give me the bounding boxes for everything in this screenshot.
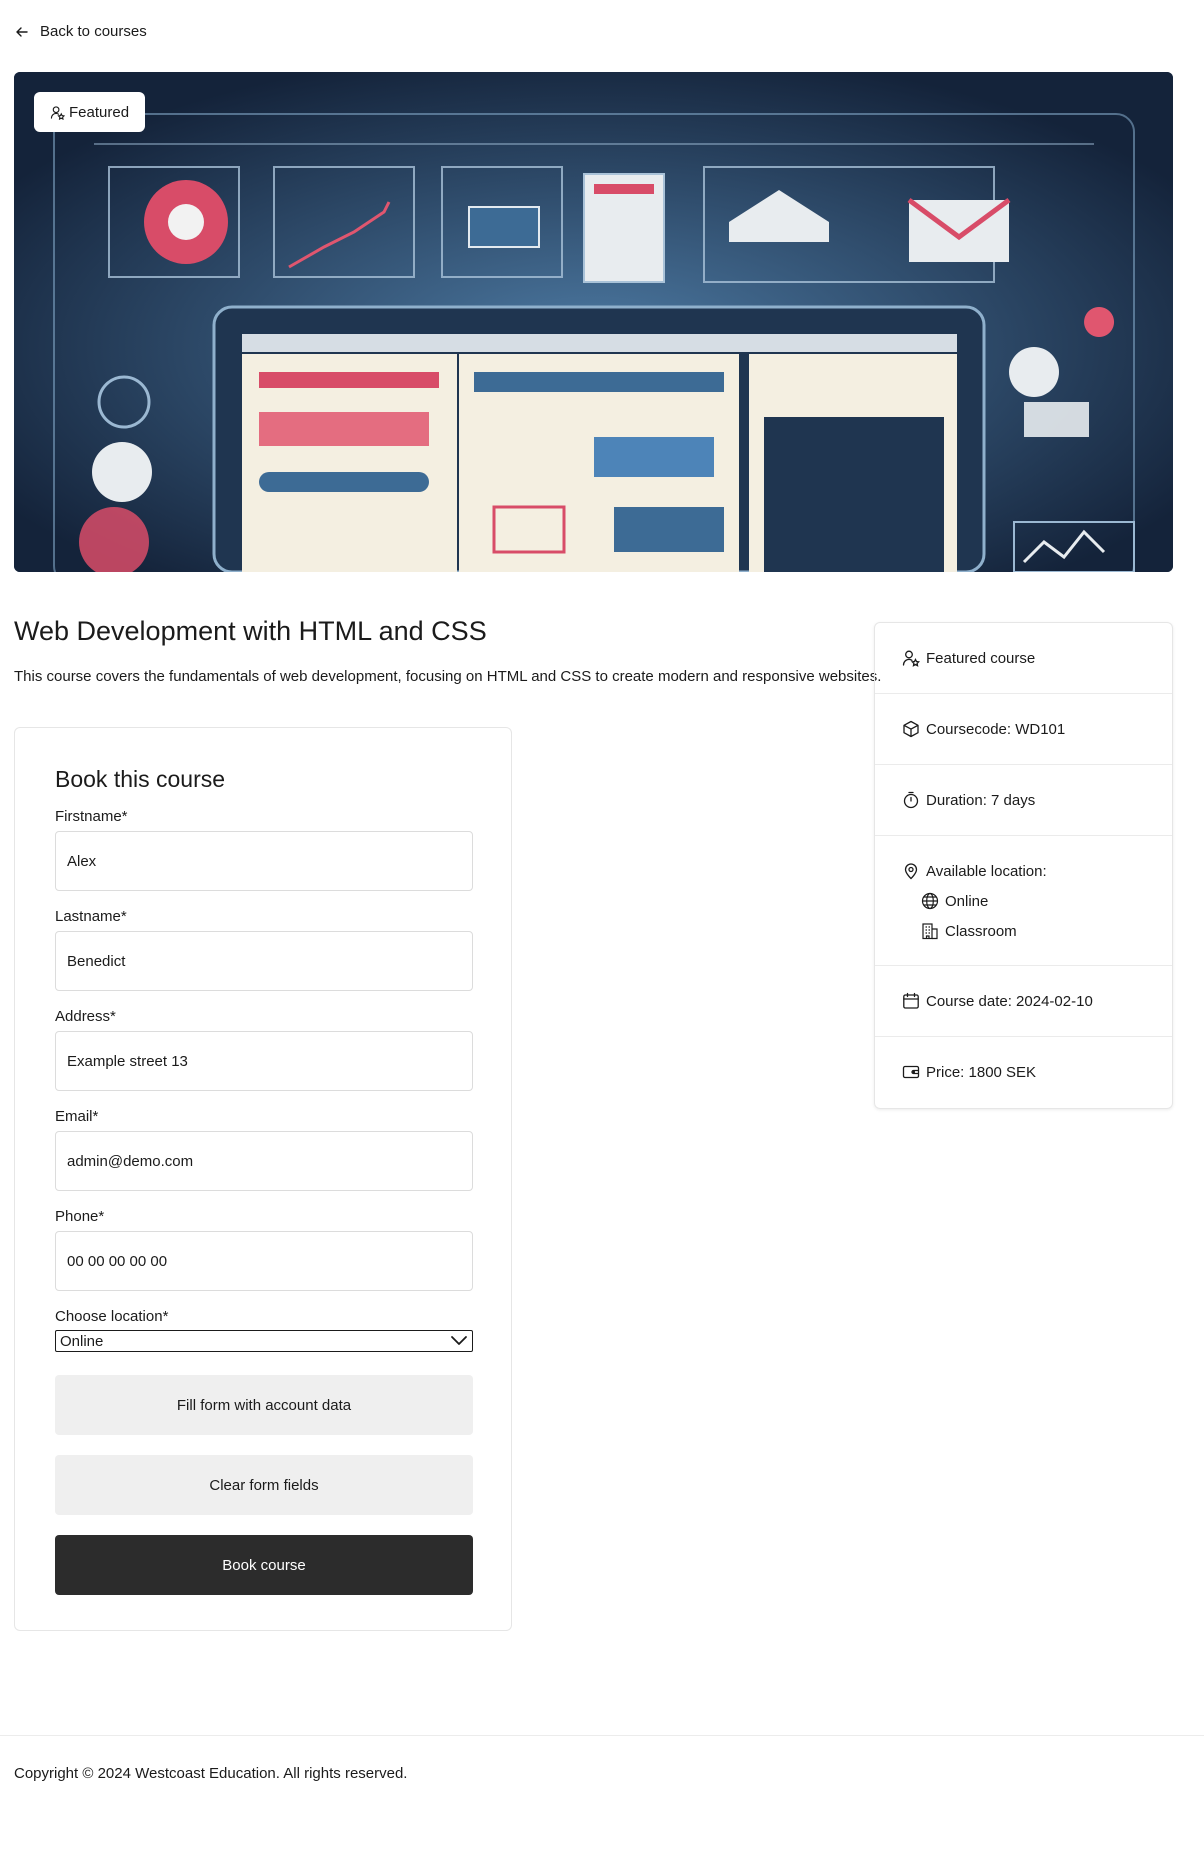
lastname-label: Lastname* bbox=[55, 908, 127, 925]
book-course-button[interactable]: Book course bbox=[55, 1535, 473, 1595]
available-location-text: Available location: bbox=[926, 862, 1047, 880]
firstname-label: Firstname* bbox=[55, 808, 128, 825]
coursecode-text: Coursecode: WD101 bbox=[926, 720, 1066, 738]
building-icon bbox=[922, 923, 938, 940]
featured-course-text: Featured course bbox=[926, 649, 1036, 667]
duration-text: Duration: 7 days bbox=[926, 791, 1036, 809]
course-date-item: Course date: 2024-02-10 bbox=[902, 992, 1093, 1010]
course-hero-image: Featured bbox=[14, 72, 1173, 572]
location-classroom-text: Classroom bbox=[945, 922, 1017, 940]
wallet-icon bbox=[902, 1065, 920, 1079]
chevron-down-icon bbox=[451, 1336, 467, 1345]
location-select-value: Online bbox=[60, 1332, 104, 1350]
stopwatch-icon bbox=[903, 791, 919, 809]
clear-form-button[interactable]: Clear form fields bbox=[55, 1455, 473, 1515]
lastname-input[interactable] bbox=[55, 931, 473, 991]
email-label: Email* bbox=[55, 1108, 99, 1125]
box-icon bbox=[903, 720, 919, 738]
back-to-courses-link[interactable]: Back to courses bbox=[14, 23, 147, 40]
info-row-featured: Featured course bbox=[875, 623, 1172, 694]
firstname-input[interactable] bbox=[55, 831, 473, 891]
booking-form-title: Book this course bbox=[55, 766, 226, 792]
course-description: This course covers the fundamentals of w… bbox=[14, 668, 882, 685]
location-classroom-item: Classroom bbox=[921, 922, 1017, 940]
coursecode-item: Coursecode: WD101 bbox=[902, 720, 1065, 738]
hero-illustration bbox=[14, 72, 1173, 572]
price-item: Price: 1800 SEK bbox=[902, 1063, 1036, 1081]
fill-form-button[interactable]: Fill form with account data bbox=[55, 1375, 473, 1435]
location-label: Choose location* bbox=[55, 1308, 169, 1325]
info-row-coursecode: Coursecode: WD101 bbox=[875, 694, 1172, 765]
featured-course-item: Featured course bbox=[902, 649, 1035, 667]
info-row-location: Available location: Online Classroom bbox=[875, 836, 1172, 966]
info-row-duration: Duration: 7 days bbox=[875, 765, 1172, 836]
user-star-icon bbox=[50, 105, 65, 120]
email-input[interactable] bbox=[55, 1131, 473, 1191]
phone-label: Phone* bbox=[55, 1208, 105, 1225]
booking-form-card: Book this course Firstname* Lastname* Ad… bbox=[14, 727, 512, 1631]
back-link-label: Back to courses bbox=[40, 23, 147, 40]
map-pin-icon bbox=[904, 863, 918, 880]
price-text: Price: 1800 SEK bbox=[926, 1063, 1037, 1081]
phone-input[interactable] bbox=[55, 1231, 473, 1291]
globe-icon bbox=[921, 892, 939, 910]
available-location-item: Available location: bbox=[902, 862, 1047, 880]
address-input[interactable] bbox=[55, 1031, 473, 1091]
calendar-icon bbox=[903, 992, 919, 1009]
featured-badge: Featured bbox=[34, 92, 146, 132]
course-info-card: Featured course Coursecode: WD101 Durati… bbox=[874, 622, 1173, 1109]
info-row-date: Course date: 2024-02-10 bbox=[875, 966, 1172, 1037]
info-row-price: Price: 1800 SEK bbox=[875, 1037, 1172, 1109]
location-online-text: Online bbox=[945, 892, 989, 910]
footer-copyright: Copyright © 2024 Westcoast Education. Al… bbox=[14, 1765, 408, 1782]
footer-divider bbox=[0, 1735, 1204, 1736]
address-label: Address* bbox=[55, 1008, 116, 1025]
user-star-icon bbox=[902, 650, 920, 667]
duration-item: Duration: 7 days bbox=[902, 791, 1035, 809]
course-date-text: Course date: 2024-02-10 bbox=[926, 992, 1093, 1010]
course-title: Web Development with HTML and CSS bbox=[14, 616, 487, 646]
location-select[interactable]: Online bbox=[55, 1330, 473, 1352]
arrow-left-icon bbox=[16, 26, 28, 37]
location-online-item: Online bbox=[921, 892, 988, 910]
featured-badge-label: Featured bbox=[69, 103, 130, 121]
